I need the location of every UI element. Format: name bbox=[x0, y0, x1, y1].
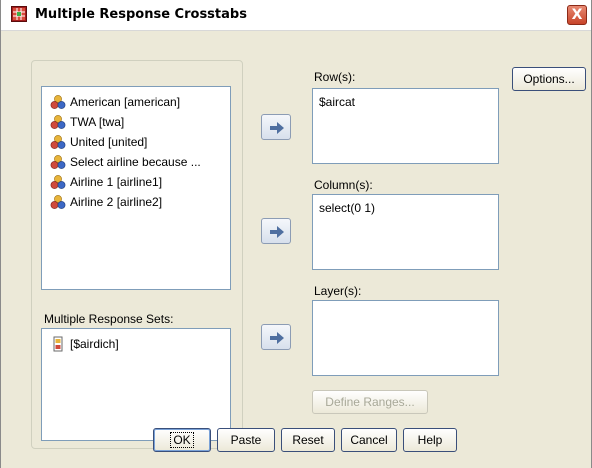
nominal-variable-icon bbox=[50, 174, 66, 190]
multiple-response-sets-list[interactable]: [$airdich] bbox=[41, 328, 231, 441]
nominal-variable-icon bbox=[50, 194, 66, 210]
right-arrow-icon bbox=[270, 122, 284, 134]
close-button[interactable]: X bbox=[567, 5, 587, 25]
variable-label: TWA [twa] bbox=[70, 115, 125, 129]
dialog-window: Multiple Response Crosstabs X American [… bbox=[0, 0, 592, 468]
right-arrow-icon bbox=[270, 226, 284, 238]
crosstabs-app-icon bbox=[11, 6, 27, 22]
layers-label: Layer(s): bbox=[314, 284, 362, 298]
right-arrow-icon bbox=[270, 332, 284, 344]
rows-list-item[interactable]: $aircat bbox=[319, 95, 355, 109]
multiple-response-set-icon bbox=[50, 336, 66, 352]
move-to-columns-button[interactable] bbox=[261, 218, 291, 244]
nominal-variable-icon bbox=[50, 154, 66, 170]
variable-label: Airline 2 [airline2] bbox=[70, 195, 163, 209]
variable-label: Airline 1 [airline1] bbox=[70, 175, 163, 189]
cancel-button[interactable]: Cancel bbox=[341, 428, 397, 452]
rows-label: Row(s): bbox=[314, 70, 356, 84]
nominal-variable-icon bbox=[50, 94, 66, 110]
columns-list-item[interactable]: select(0 1) bbox=[319, 201, 375, 215]
ok-button-label: OK bbox=[170, 432, 194, 448]
variable-list[interactable]: American [american] TWA [twa] United [un… bbox=[41, 86, 231, 290]
nominal-variable-icon bbox=[50, 114, 66, 130]
help-button[interactable]: Help bbox=[403, 428, 457, 452]
reset-button[interactable]: Reset bbox=[281, 428, 335, 452]
move-to-rows-button[interactable] bbox=[261, 114, 291, 140]
nominal-variable-icon bbox=[50, 134, 66, 150]
ok-button[interactable]: OK bbox=[153, 428, 211, 452]
window-title: Multiple Response Crosstabs bbox=[35, 7, 247, 22]
rows-list[interactable]: $aircat bbox=[312, 88, 499, 164]
options-button[interactable]: Options... bbox=[512, 67, 586, 91]
define-ranges-button[interactable]: Define Ranges... bbox=[312, 390, 428, 414]
close-icon: X bbox=[571, 7, 583, 23]
variable-label: American [american] bbox=[70, 95, 181, 109]
columns-list[interactable]: select(0 1) bbox=[312, 194, 499, 270]
multiple-response-set-label: [$airdich] bbox=[70, 337, 119, 351]
layers-list[interactable] bbox=[312, 300, 499, 376]
multiple-response-sets-label: Multiple Response Sets: bbox=[44, 312, 174, 326]
columns-label: Column(s): bbox=[314, 178, 373, 192]
variable-label: Select airline because ... bbox=[70, 155, 201, 169]
paste-button[interactable]: Paste bbox=[217, 428, 275, 452]
title-bar[interactable]: Multiple Response Crosstabs X bbox=[1, 0, 591, 31]
move-to-layers-button[interactable] bbox=[261, 324, 291, 350]
variable-label: United [united] bbox=[70, 135, 148, 149]
